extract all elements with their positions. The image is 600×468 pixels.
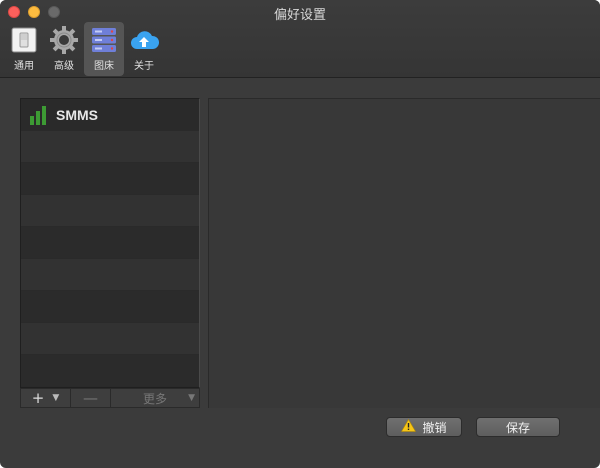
list-row-empty: [21, 323, 199, 355]
list-row-empty: [21, 259, 199, 291]
titlebar: 偏好设置 通用 高级 图床 关于: [0, 0, 600, 78]
uploader-list: SMMS: [20, 98, 200, 388]
save-label: 保存: [505, 420, 530, 435]
uploader-detail-panel: [208, 98, 600, 408]
cancel-button[interactable]: 撤销: [386, 417, 462, 437]
save-button[interactable]: 保存: [476, 417, 560, 437]
tab-advanced-label: 高级: [54, 61, 74, 72]
switch-icon: [9, 25, 39, 55]
cancel-label: 撤销: [422, 420, 447, 435]
list-row-empty: [21, 195, 199, 227]
preferences-window: 偏好设置 通用 高级 图床 关于 SMMS + ▼ — 更多 ▼ 撤销 保存: [0, 0, 600, 468]
tab-image-host[interactable]: 图床: [84, 22, 124, 76]
tab-general[interactable]: 通用: [4, 22, 44, 76]
tab-advanced[interactable]: 高级: [44, 22, 84, 76]
add-uploader-button[interactable]: + ▼: [21, 389, 71, 407]
cloud-upload-icon: [129, 25, 159, 55]
list-footer-bar: + ▼ — 更多 ▼: [20, 388, 200, 408]
window-title: 偏好设置: [273, 8, 326, 23]
more-menu-button[interactable]: 更多 ▼: [111, 389, 199, 407]
tab-about[interactable]: 关于: [124, 22, 164, 76]
list-item-smms[interactable]: SMMS: [21, 99, 199, 131]
tab-general-label: 通用: [14, 61, 34, 72]
list-row-empty: [21, 131, 199, 163]
signal-bars-icon: [30, 105, 46, 125]
plus-icon: +: [31, 389, 45, 407]
server-icon: [89, 25, 119, 55]
remove-uploader-button[interactable]: —: [71, 389, 111, 407]
gear-icon: [49, 25, 79, 55]
list-row-empty: [21, 355, 199, 387]
preferences-toolbar: 通用 高级 图床 关于: [4, 22, 164, 76]
tab-image-host-label: 图床: [94, 61, 114, 72]
list-row-empty: [21, 291, 199, 323]
list-row-empty: [21, 163, 199, 195]
chevron-down-icon: ▼: [188, 393, 195, 403]
list-row-empty: [21, 227, 199, 259]
warning-icon: [401, 418, 417, 435]
tab-about-label: 关于: [134, 61, 154, 72]
chevron-down-icon: ▼: [52, 393, 60, 403]
more-label: 更多: [142, 391, 167, 406]
list-item-label: SMMS: [56, 106, 98, 123]
